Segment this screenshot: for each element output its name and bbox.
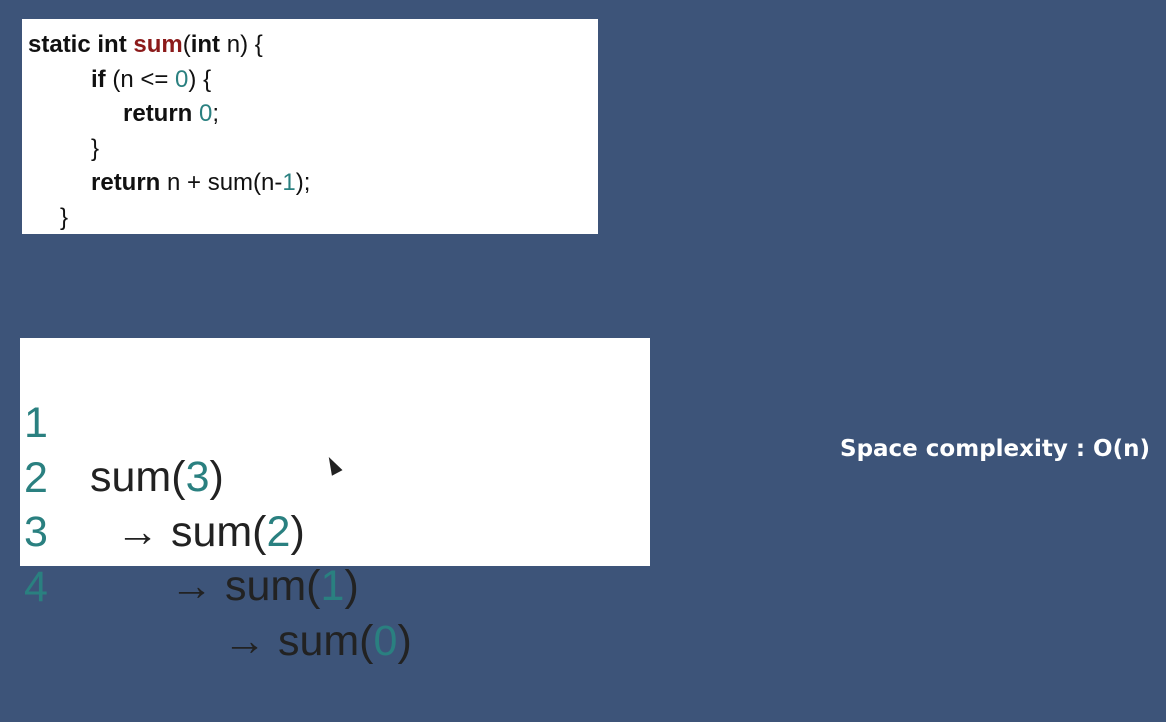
code-number: 0 <box>175 65 189 93</box>
trace-line-number: 4 <box>24 563 48 611</box>
trace-close: ) <box>397 617 412 665</box>
trace-close: ) <box>209 453 224 501</box>
code-text: ); <box>295 169 311 196</box>
code-keyword: if <box>91 65 106 93</box>
space-complexity-label: Space complexity : O(n) <box>840 436 1151 462</box>
code-snippet-box: static int sum(int n) { if (n <= 0) { re… <box>22 19 598 234</box>
trace-row-3: 3 → sum(1) <box>20 451 359 610</box>
code-text: ; <box>212 100 220 127</box>
trace-fn: sum( <box>277 617 374 665</box>
mouse-cursor-icon <box>323 454 343 476</box>
trace-close: ) <box>344 562 359 610</box>
trace-fn: sum( <box>90 453 186 501</box>
code-number: 1 <box>282 169 296 196</box>
code-line-4: } <box>28 132 598 167</box>
code-line-3: return 0; <box>28 97 598 132</box>
code-text: } <box>60 203 69 231</box>
trace-arg: 2 <box>266 508 291 556</box>
code-keyword: return <box>123 100 193 127</box>
trace-arg: 3 <box>185 453 210 501</box>
code-text: n) { <box>220 31 263 58</box>
trace-row-4: 4 → sum(0) <box>20 506 412 665</box>
trace-close: ) <box>290 508 305 556</box>
code-keyword: return <box>91 169 161 196</box>
trace-arrow: → <box>170 562 225 610</box>
trace-arg: 0 <box>373 617 398 665</box>
call-trace-box: 1 sum(3) 2 → sum(2) 3 → sum(1) 4 → sum(0… <box>20 338 650 665</box>
code-keyword: int <box>190 31 221 58</box>
code-text: ) { <box>188 65 212 93</box>
trace-arrow: → <box>223 617 278 665</box>
trace-arrow: → <box>116 508 171 556</box>
trace-call: → sum(1) <box>170 559 359 613</box>
code-keyword: static int <box>28 31 134 58</box>
trace-fn: sum( <box>170 508 267 556</box>
trace-call: → sum(2) <box>116 505 305 559</box>
code-text: } <box>91 134 100 162</box>
code-line-2: if (n <= 0) { <box>28 63 598 98</box>
trace-fn: sum( <box>224 562 321 610</box>
code-number: 0 <box>199 100 213 127</box>
trace-call: → sum(0) <box>223 614 412 668</box>
trace-arg: 1 <box>320 562 345 610</box>
code-line-5: return n + sum(n-1); <box>28 166 598 201</box>
code-line-1: static int sum(int n) { <box>28 28 598 63</box>
code-text: ( <box>182 31 191 58</box>
trace-row-1: 1 sum(3) <box>20 342 224 501</box>
code-function-name: sum <box>133 31 183 58</box>
code-text: n + sum(n- <box>160 169 283 196</box>
trace-call: sum(3) <box>90 450 224 504</box>
code-line-6: } <box>28 201 598 236</box>
trace-row-2: 2 → sum(2) <box>20 397 305 556</box>
code-text: (n <= <box>105 65 176 93</box>
